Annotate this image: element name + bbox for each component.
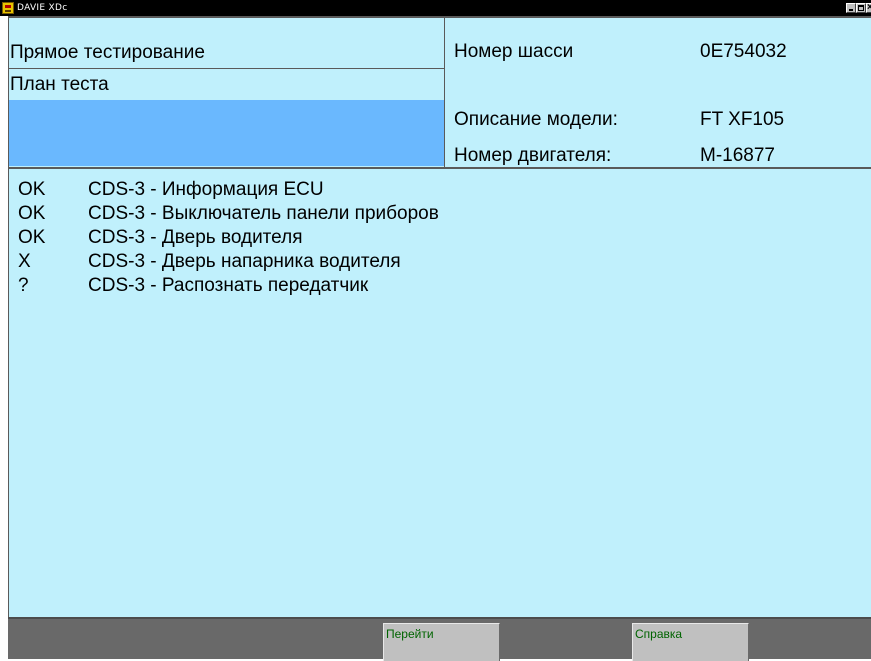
chassis-value: 0E754032 [700, 41, 787, 62]
test-name: CDS-3 - Дверь напарника водителя [88, 251, 401, 272]
test-name: CDS-3 - Дверь водителя [88, 227, 303, 248]
softkey-bar: Перейти Справка [8, 617, 871, 661]
status-badge: OK [18, 203, 46, 224]
test-name: CDS-3 - Информация ECU [88, 179, 324, 200]
minimize-button[interactable] [846, 3, 856, 13]
maximize-button[interactable] [856, 3, 866, 13]
mode-row-divider [8, 68, 444, 69]
chassis-label: Номер шасси [454, 41, 574, 62]
header-divider [444, 16, 445, 168]
help-button[interactable]: Справка [632, 623, 749, 661]
window-title: DAVIE XDc [17, 3, 68, 13]
list-item[interactable]: OK CDS-3 - Информация ECU [8, 178, 871, 202]
title-bar[interactable]: DAVIE XDc × [0, 0, 871, 16]
close-icon: × [867, 2, 871, 13]
goto-label: Перейти [386, 627, 434, 641]
engine-value: M-16877 [700, 145, 775, 166]
model-value: FT XF105 [700, 109, 785, 130]
goto-button[interactable]: Перейти [383, 623, 500, 661]
maximize-icon [858, 5, 864, 11]
app-panel: Прямое тестирование План теста Номер шас… [8, 16, 871, 659]
close-button[interactable]: × [866, 2, 871, 13]
list-item[interactable]: X CDS-3 - Дверь напарника водителя [8, 250, 871, 274]
list-item[interactable]: OK CDS-3 - Выключатель панели приборов [8, 202, 871, 226]
status-badge: OK [18, 179, 46, 200]
test-plan-label: План теста [10, 74, 109, 95]
test-name: CDS-3 - Выключатель панели приборов [88, 203, 439, 224]
test-name: CDS-3 - Распознать передатчик [88, 275, 369, 296]
help-label: Справка [635, 627, 683, 641]
status-badge: X [18, 251, 31, 272]
engine-label: Номер двигателя: [454, 145, 612, 166]
selection-area[interactable] [9, 100, 444, 166]
app-icon[interactable] [2, 2, 14, 14]
list-item[interactable]: ? CDS-3 - Распознать передатчик [8, 274, 871, 298]
header-top-border [8, 16, 871, 18]
status-badge: ? [18, 275, 29, 296]
mode-title: Прямое тестирование [10, 42, 205, 63]
model-label: Описание модели: [454, 109, 618, 130]
header-bottom-border [8, 167, 871, 169]
status-badge: OK [18, 227, 46, 248]
list-item[interactable]: OK CDS-3 - Дверь водителя [8, 226, 871, 250]
minimize-icon [849, 9, 853, 11]
